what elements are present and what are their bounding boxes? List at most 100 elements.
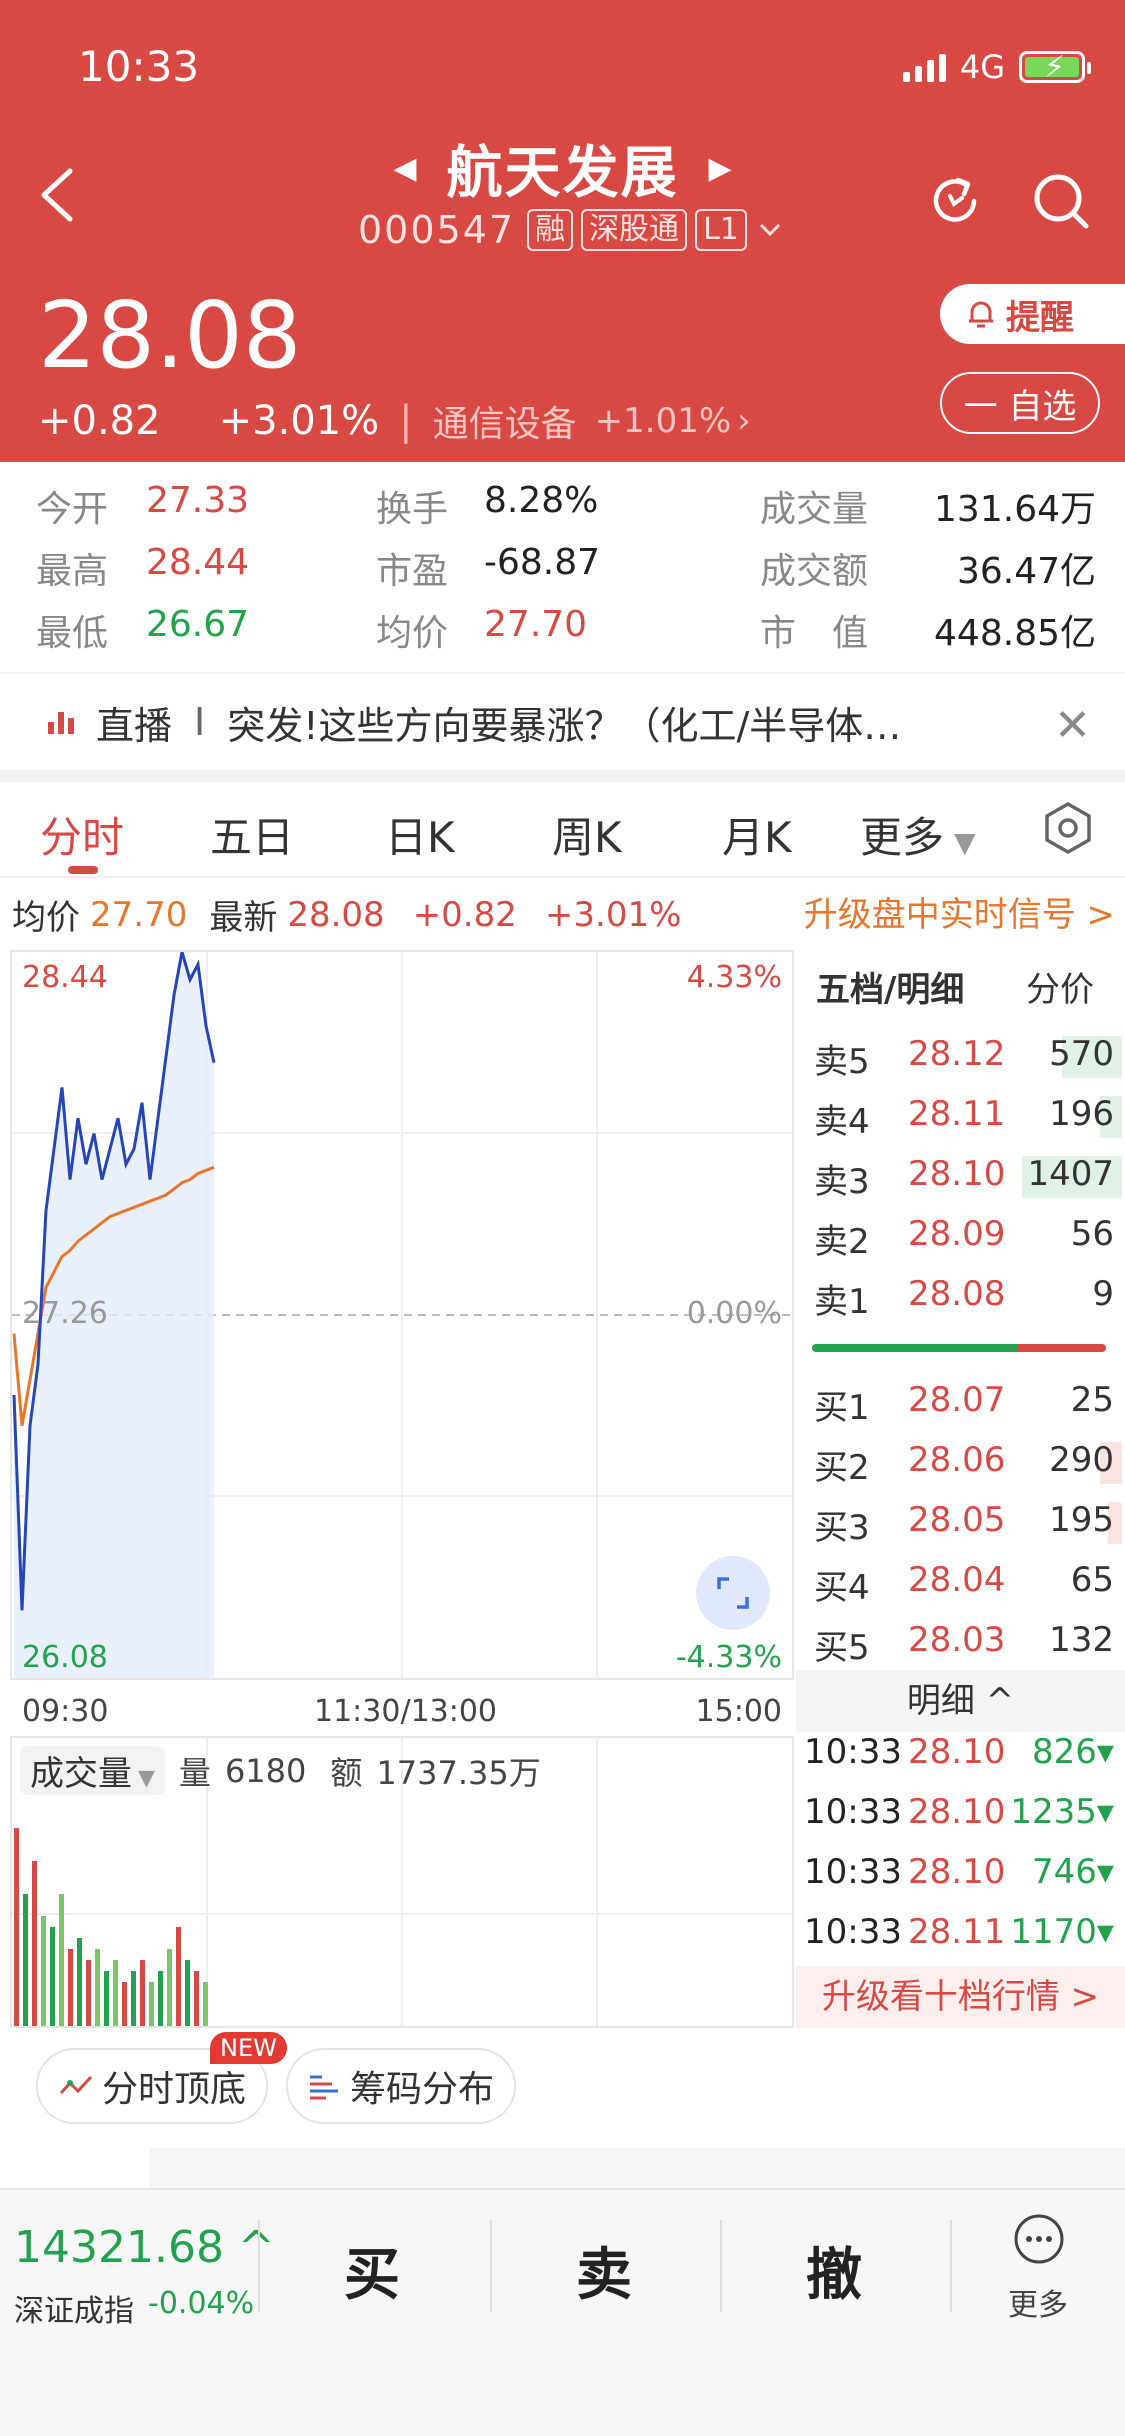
price-change: +0.82 bbox=[38, 398, 161, 444]
volume-bar bbox=[185, 1960, 190, 2026]
next-stock-icon[interactable]: ▶ bbox=[709, 151, 732, 186]
close-icon[interactable]: ✕ bbox=[1054, 700, 1091, 751]
industry-link[interactable]: 通信设备 bbox=[433, 395, 577, 447]
info-change: +0.82 bbox=[412, 894, 517, 935]
chevron-down-icon bbox=[759, 223, 780, 237]
trade-row: 10:33 28.10 746▾ bbox=[804, 1852, 1114, 1892]
divider bbox=[720, 2220, 722, 2312]
volume-bar bbox=[50, 1927, 55, 2026]
time-axis: 09:30 11:30/13:00 15:00 bbox=[10, 1682, 794, 1738]
settings-icon[interactable] bbox=[1040, 800, 1096, 856]
y-top-price: 28.44 bbox=[22, 960, 108, 995]
index-value[interactable]: 14321.68 ^ bbox=[14, 2222, 275, 2273]
bid-row: 买4 28.04 65 bbox=[814, 1560, 1114, 1608]
volume-bar bbox=[86, 1960, 91, 2026]
bid-row: 买1 28.07 25 bbox=[814, 1380, 1114, 1428]
volume-bar bbox=[176, 1927, 181, 2026]
upgrade-signal-link[interactable]: 升级盘中实时信号 > bbox=[804, 887, 1115, 936]
info-latest-label: 最新 bbox=[209, 898, 278, 938]
buy-button[interactable]: 买 bbox=[344, 2230, 400, 2311]
refresh-icon[interactable] bbox=[922, 168, 988, 234]
tab-monthly-k[interactable]: 月K bbox=[722, 804, 792, 865]
current-price: 28.08 bbox=[38, 282, 302, 389]
live-banner[interactable]: 直播 I 突发!这些方向要暴涨？（化工/半导体… ✕ bbox=[0, 672, 1125, 770]
amt-value: 1737.35万 bbox=[376, 1753, 541, 1792]
level-tag: L1 bbox=[695, 209, 747, 251]
stock-code: 000547 bbox=[358, 208, 516, 252]
stock-header: 10:33 4G ⚡ ◀ 航天发展 ▶ 000547 融 深股通 L1 28.0… bbox=[0, 0, 1125, 462]
new-badge: NEW bbox=[210, 2032, 287, 2064]
y-bottom-price: 26.08 bbox=[22, 1640, 108, 1675]
sell-button[interactable]: 卖 bbox=[576, 2230, 632, 2311]
volume-bar bbox=[59, 1894, 64, 2026]
tab-five-day[interactable]: 五日 bbox=[210, 804, 294, 865]
live-icon bbox=[48, 710, 74, 734]
volume-bar bbox=[41, 1916, 46, 2026]
chip-bars-icon bbox=[310, 2075, 338, 2100]
status-indicators: 4G ⚡ bbox=[902, 48, 1091, 86]
caret-down-icon: ▼ bbox=[138, 1766, 155, 1791]
volume-bar bbox=[95, 1949, 100, 2026]
expand-chart-icon[interactable] bbox=[696, 1556, 770, 1630]
top-bottom-label: 分时顶底 bbox=[102, 2069, 247, 2110]
ask-row: 卖4 28.11 196 bbox=[814, 1094, 1122, 1144]
intraday-chart[interactable]: 28.44 4.33% 27.26 0.00% 26.08 -4.33% bbox=[10, 950, 794, 1680]
info-latest: 28.08 bbox=[287, 894, 385, 935]
order-book-title[interactable]: 五档/明细 bbox=[816, 962, 964, 1011]
y-top-pct: 4.33% bbox=[686, 960, 782, 995]
caret-down-icon: ▼ bbox=[954, 826, 976, 859]
stat-open: 今开 27.33 bbox=[36, 480, 250, 530]
active-tab-indicator bbox=[68, 866, 98, 874]
info-avg: 27.70 bbox=[90, 894, 188, 935]
chart-svg bbox=[12, 952, 792, 1678]
cancel-order-button[interactable]: 撤 bbox=[806, 2230, 862, 2311]
info-avg-label: 均价 bbox=[12, 898, 80, 938]
more-label[interactable]: 更多 bbox=[1008, 2280, 1068, 2324]
upgrade-ten-level-link[interactable]: 升级看十档行情 > bbox=[796, 1966, 1125, 2028]
volume-bar bbox=[194, 1971, 199, 2026]
chart-tabs: 分时 五日 日K 周K 月K 更多 ▼ bbox=[0, 782, 1125, 878]
y-mid-pct: 0.00% bbox=[686, 1296, 782, 1331]
volume-header: 成交量 ▼ 量 6180 额 1737.35万 bbox=[20, 1746, 541, 1795]
trend-icon bbox=[59, 2075, 93, 2095]
live-divider: I bbox=[194, 700, 206, 744]
volume-bar bbox=[32, 1861, 37, 2026]
more-icon[interactable] bbox=[1012, 2212, 1066, 2266]
tab-more[interactable]: 更多 ▼ bbox=[860, 804, 976, 865]
tab-weekly-k[interactable]: 周K bbox=[552, 804, 622, 865]
bid-row: 买3 28.05 195 bbox=[814, 1500, 1122, 1550]
status-time: 10:33 bbox=[78, 42, 200, 91]
volume-bar bbox=[158, 1971, 163, 2026]
stat-high: 最高 28.44 bbox=[36, 542, 250, 592]
volume-bar bbox=[122, 1982, 127, 2026]
volume-bar bbox=[149, 1982, 154, 2026]
chips-label: 筹码分布 bbox=[350, 2069, 495, 2110]
search-icon[interactable] bbox=[1028, 168, 1094, 234]
prev-stock-icon[interactable]: ◀ bbox=[393, 151, 416, 186]
divider bbox=[490, 2220, 492, 2312]
live-label: 直播 bbox=[96, 703, 173, 748]
tab-intraday[interactable]: 分时 bbox=[40, 804, 124, 865]
tab-daily-k[interactable]: 日K bbox=[385, 804, 455, 865]
stat-low: 最低 26.67 bbox=[36, 604, 250, 654]
stat-avg: 均价 27.70 bbox=[376, 604, 588, 654]
price-change-pct: +3.01% bbox=[218, 398, 380, 444]
watchlist-button[interactable]: 一 自选 bbox=[940, 372, 1100, 434]
bid-ask-ratio-bar bbox=[812, 1344, 1106, 1352]
volume-bar bbox=[68, 1949, 73, 2026]
ask-row: 卖5 28.12 570 bbox=[814, 1034, 1122, 1084]
code-row[interactable]: 000547 融 深股通 L1 bbox=[358, 208, 785, 252]
volume-indicator-select[interactable]: 成交量 ▼ bbox=[20, 1746, 165, 1795]
stock-name: 航天发展 bbox=[446, 141, 679, 206]
stat-mktcap: 市 值 448.85亿 bbox=[760, 613, 1096, 654]
quote-stats: 今开 27.33 最高 28.44 最低 26.67 换手 8.28% 市盈 -68.87… bbox=[0, 462, 1125, 672]
price-dist-tab[interactable]: 分价 bbox=[1026, 962, 1094, 1011]
volume-bar bbox=[104, 1971, 109, 2026]
remind-button[interactable]: 提醒 bbox=[940, 284, 1125, 344]
trade-detail-toggle[interactable]: 明细 ^ bbox=[796, 1670, 1125, 1732]
stat-amount: 成交额 36.47亿 bbox=[760, 551, 1096, 592]
chip-distribution-button[interactable]: 筹码分布 bbox=[286, 2048, 517, 2124]
watchlist-label: 一 自选 bbox=[963, 386, 1077, 427]
ask-row: 卖2 28.09 56 bbox=[814, 1214, 1114, 1262]
remind-label: 提醒 bbox=[1006, 297, 1074, 338]
